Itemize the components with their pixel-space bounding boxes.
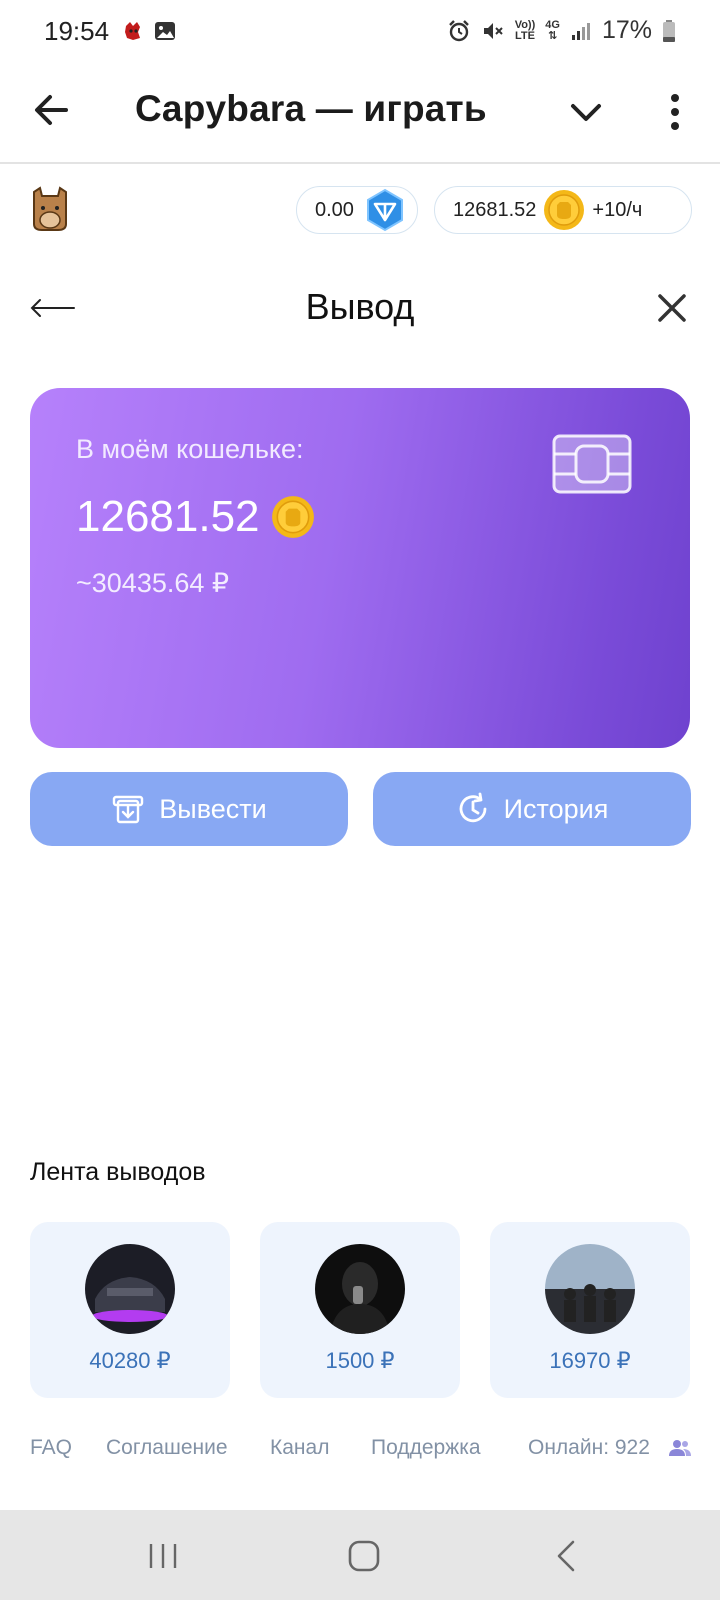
page-title: Capybara — играть — [135, 88, 487, 129]
system-nav-bar — [0, 1510, 720, 1600]
recent-apps-icon[interactable] — [148, 1542, 178, 1570]
capy-coin-icon — [544, 190, 585, 230]
system-back-icon[interactable] — [556, 1540, 576, 1572]
ton-balance-pill[interactable]: 0.00 — [296, 186, 418, 234]
mute-icon — [483, 22, 503, 39]
signal-icon — [571, 22, 590, 40]
home-icon[interactable] — [348, 1540, 380, 1572]
battery-percent: 17% — [601, 16, 652, 44]
online-count: Онлайн: 922 — [528, 1436, 650, 1459]
history-button[interactable]: История — [373, 772, 691, 846]
chevron-down-icon[interactable] — [566, 92, 606, 132]
capybara-avatar[interactable] — [26, 184, 74, 232]
feed-amount: 40280 ₽ — [89, 1348, 171, 1373]
feed-item[interactable]: 1500 ₽ — [260, 1222, 460, 1398]
balance-header: 0.00 12681.52 +10/ч — [0, 178, 720, 238]
status-bar: 19:54 Vo)) LTE 4G ⇅ 17% — [0, 0, 720, 62]
feed-title: Лента выводов — [30, 1158, 206, 1186]
feed-photo — [85, 1244, 175, 1334]
withdraw-icon — [113, 795, 144, 824]
withdraw-title: Вывод — [305, 286, 415, 327]
feed-amount: 1500 ₽ — [325, 1348, 395, 1373]
wallet-rub-value: ~30435.64 ₽ — [76, 568, 230, 598]
users-icon — [669, 1440, 691, 1456]
title-bar: Capybara — играть — [0, 62, 720, 164]
withdraw-header: Вывод — [0, 280, 720, 340]
faq-link[interactable]: FAQ — [30, 1436, 72, 1460]
withdraw-button[interactable]: Вывести — [30, 772, 348, 846]
feed-item[interactable]: 16970 ₽ — [490, 1222, 690, 1398]
alarm-icon — [448, 19, 469, 41]
capy-coin-icon — [271, 496, 314, 538]
history-icon — [459, 792, 487, 823]
feed-item[interactable]: 40280 ₽ — [30, 1222, 230, 1398]
app-screen: 19:54 Vo)) LTE 4G ⇅ 17% Capybara — играт… — [0, 0, 720, 1600]
network-indicator: 4G ⇅ — [545, 18, 560, 42]
app-notification-icon — [125, 22, 140, 40]
status-time: 19:54 — [44, 16, 110, 46]
card-chip-icon — [552, 434, 632, 494]
wallet-amount-row: 12681.52 — [76, 492, 316, 542]
arrow-left-icon[interactable] — [30, 88, 74, 132]
wallet-amount: 12681.52 — [76, 492, 260, 541]
ton-balance: 0.00 — [315, 198, 354, 221]
ton-icon — [366, 188, 403, 232]
footer-links: FAQ Соглашение Канал Поддержка Онлайн: 9… — [30, 1436, 700, 1466]
feed-photo — [545, 1244, 635, 1334]
history-button-label: История — [503, 793, 609, 824]
battery-icon — [663, 19, 675, 42]
wallet-label: В моём кошельке: — [76, 434, 304, 464]
gallery-icon — [155, 22, 175, 40]
volte-indicator: Vo)) LTE — [514, 18, 536, 42]
withdraw-button-label: Вывести — [159, 793, 267, 824]
agreement-link[interactable]: Соглашение — [106, 1436, 228, 1460]
wallet-card: В моём кошельке: 12681.52 ~30435.64 ₽ — [30, 388, 690, 748]
more-vert-icon[interactable] — [660, 90, 690, 134]
coin-rate: +10/ч — [592, 198, 643, 221]
coin-balance-pill[interactable]: 12681.52 +10/ч — [434, 186, 692, 234]
coin-balance: 12681.52 — [453, 198, 537, 221]
close-icon[interactable] — [652, 288, 692, 328]
channel-link[interactable]: Канал — [270, 1436, 329, 1460]
feed-photo — [315, 1244, 405, 1334]
support-link[interactable]: Поддержка — [371, 1436, 481, 1460]
feed-amount: 16970 ₽ — [549, 1348, 631, 1373]
